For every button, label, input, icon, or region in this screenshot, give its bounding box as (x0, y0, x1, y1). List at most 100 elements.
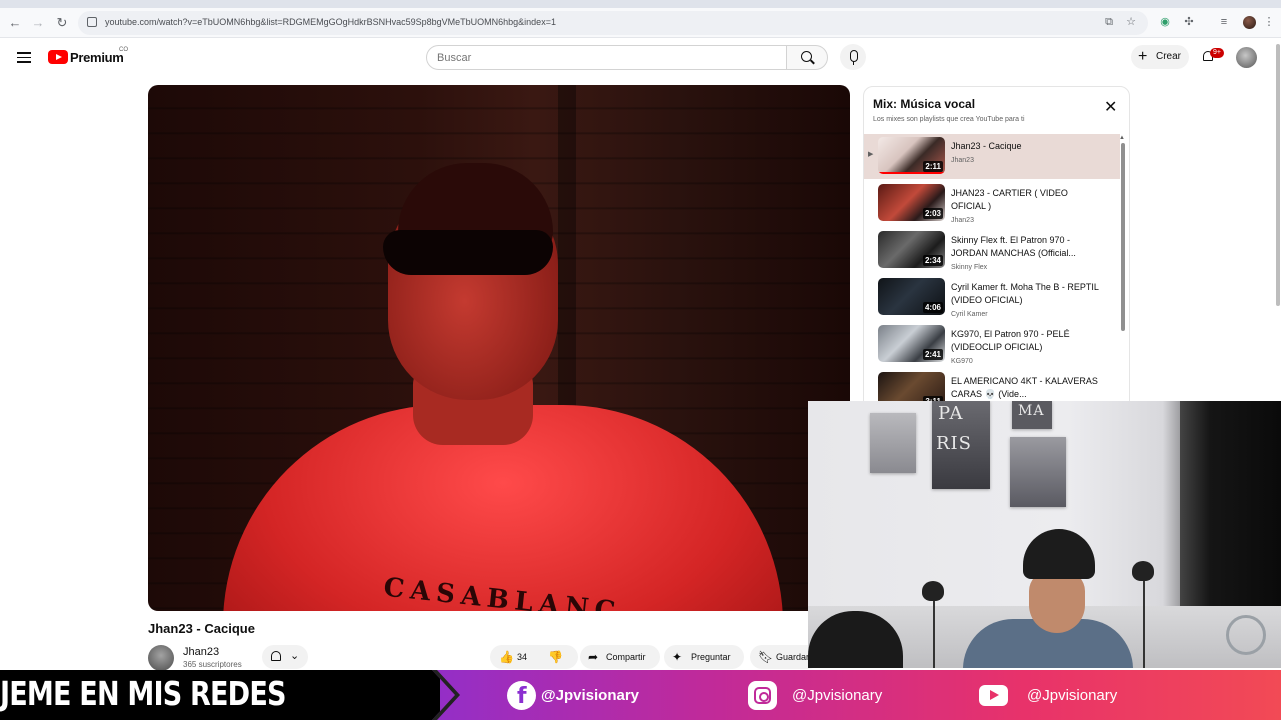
create-button[interactable]: + Crear (1131, 45, 1189, 69)
extensions-puzzle-icon[interactable]: ✣ (1182, 15, 1196, 29)
video-thumbnail[interactable]: 2:11 (878, 137, 945, 174)
like-icon[interactable]: 👍 (499, 649, 514, 665)
playlist-item-channel: Jhan23 (951, 217, 974, 224)
subscriber-count: 365 suscriptores (183, 660, 242, 669)
streamer-person (953, 511, 1133, 668)
url-text: youtube.com/watch?v=eTbUOMN6hbg&list=RDG… (105, 17, 556, 27)
duration-badge: 2:11 (923, 161, 943, 172)
playlist-title: Mix: Música vocal (873, 97, 976, 111)
browser-profile-avatar[interactable] (1243, 16, 1256, 29)
like-dislike-group: 👍 34 👎 (490, 645, 578, 669)
duration-badge: 2:34 (922, 255, 943, 266)
video-thumbnail[interactable]: 2:03 (878, 184, 945, 221)
browser-tab-strip (0, 0, 1281, 8)
bookmark-star-icon[interactable]: ☆ (1124, 15, 1138, 29)
browser-menu-icon[interactable]: ⋮ (1262, 15, 1276, 29)
poster-text: MA (1018, 403, 1045, 419)
youtube-brand[interactable]: Premium (70, 50, 124, 65)
search-button[interactable] (786, 45, 828, 70)
video-player[interactable]: CASABLANC (148, 85, 850, 611)
poster-text: PA (938, 403, 964, 424)
mix-playlist-panel: Mix: Música vocal Los mixes son playlist… (863, 86, 1130, 416)
search-icon (801, 51, 812, 62)
save-label: Guardar (776, 652, 810, 662)
dislike-icon[interactable]: 👎 (548, 649, 563, 665)
share-icon: ➦ (588, 650, 599, 664)
wall-poster: PA RIS (932, 401, 990, 489)
playlist-item[interactable]: ▶ 2:11 Jhan23 - Cacique Jhan23 (864, 134, 1120, 179)
streamer-cap (1023, 529, 1095, 579)
channel-name[interactable]: Jhan23 (183, 646, 219, 658)
playlist-subtitle: Los mixes son playlists que crea YouTube… (873, 116, 1025, 123)
site-info-icon[interactable] (87, 17, 97, 27)
watch-progress-bar (878, 172, 945, 174)
notifications-badge: 9+ (1210, 48, 1224, 58)
playlist-scrollbar[interactable] (1121, 143, 1125, 331)
instagram-icon (748, 681, 777, 710)
share-label: Compartir (606, 652, 646, 662)
duration-badge: 2:03 (922, 208, 943, 219)
playlist-item-title: JHAN23 - CARTIER ( VIDEO OFICIAL ) (951, 188, 1068, 211)
duration-badge: 2:41 (922, 349, 943, 360)
voice-search-button[interactable] (840, 44, 866, 70)
menu-icon[interactable] (17, 52, 31, 63)
back-icon[interactable]: ← (6, 14, 24, 32)
share-button[interactable]: ➦ Compartir (580, 645, 660, 669)
video-frame-sunglasses (383, 230, 553, 275)
duration-badge: 4:06 (922, 302, 943, 313)
extension-icon[interactable]: ◉ (1158, 15, 1172, 29)
studio-light (1132, 561, 1154, 581)
playlist-item-title: Cyril Kamer ft. Moha The B - REPTIL (VID… (951, 282, 1099, 305)
playlist-item[interactable]: 2:41 KG970, El Patron 970 - PELÉ (VIDEOC… (864, 322, 1120, 367)
ask-label: Preguntar (691, 652, 731, 662)
facebook-icon: f (507, 681, 536, 710)
youtube-handle: @Jpvisionary (1027, 687, 1118, 704)
chevron-down-icon: ⌄ (290, 650, 300, 662)
streamer-webcam-overlay: PA RIS MA (808, 401, 1281, 668)
sparkle-icon: ✦ (672, 650, 683, 664)
channel-avatar[interactable] (148, 645, 174, 671)
playlist-item-channel: Cyril Kamer (951, 311, 988, 318)
playlist-item[interactable]: 2:34 Skinny Flex ft. El Patron 970 - JOR… (864, 228, 1120, 273)
search-input[interactable] (437, 52, 767, 64)
page-scrollbar[interactable] (1276, 44, 1280, 306)
wall-poster (870, 413, 916, 473)
ask-button[interactable]: ✦ Preguntar (664, 645, 744, 669)
channel-watermark-icon (1226, 615, 1266, 655)
poster-text: RIS (936, 433, 972, 454)
video-thumbnail[interactable]: 2:41 (878, 325, 945, 362)
like-count[interactable]: 34 (517, 652, 527, 662)
facebook-handle: @Jpvisionary (541, 687, 639, 704)
playlist-item-title: EL AMERICANO 4KT - KALAVERAS CARAS 💀 (Vi… (951, 376, 1098, 399)
install-app-icon[interactable]: ⧉ (1102, 15, 1116, 29)
playlist-item-channel: Skinny Flex (951, 264, 988, 271)
video-thumbnail[interactable]: 4:06 (878, 278, 945, 315)
studio-light (922, 581, 944, 601)
scroll-up-icon[interactable]: ▲ (1119, 135, 1125, 141)
region-code: CO (119, 47, 128, 53)
close-icon[interactable]: ✕ (1104, 100, 1117, 116)
playlist-item[interactable]: 4:06 Cyril Kamer ft. Moha The B - REPTIL… (864, 275, 1120, 320)
video-title: Jhan23 - Cacique (148, 621, 255, 636)
playlist-item-channel: Jhan23 (951, 157, 974, 164)
plus-icon: + (1138, 48, 1148, 65)
account-avatar[interactable] (1236, 47, 1257, 68)
banner-message: JEME EN MIS REDES (0, 674, 286, 713)
video-thumbnail[interactable]: 2:34 (878, 231, 945, 268)
instagram-handle: @Jpvisionary (792, 687, 883, 704)
screen: ← → ↻ youtube.com/watch?v=eTbUOMN6hbg&li… (0, 0, 1281, 720)
address-bar[interactable]: youtube.com/watch?v=eTbUOMN6hbg&list=RDG… (78, 11, 1148, 35)
subscription-bell-button[interactable]: ⌄ (262, 645, 308, 669)
social-banner: JEME EN MIS REDES f @Jpvisionary @Jpvisi… (0, 670, 1281, 720)
browser-toolbar: ← → ↻ youtube.com/watch?v=eTbUOMN6hbg&li… (0, 8, 1281, 38)
youtube-header: Premium CO + Crear 9+ (0, 38, 1281, 78)
playlist-item-channel: KG970 (951, 358, 973, 365)
reload-icon[interactable]: ↻ (53, 14, 71, 32)
playlist-item-title: Skinny Flex ft. El Patron 970 - JORDAN M… (951, 235, 1076, 258)
playlist-item[interactable]: 2:03 JHAN23 - CARTIER ( VIDEO OFICIAL ) … (864, 181, 1120, 226)
media-controls-icon[interactable]: ≡ (1217, 15, 1231, 29)
bell-icon (271, 651, 281, 661)
youtube-logo-icon[interactable] (48, 50, 68, 64)
bookmark-icon: 🔖︎ (758, 650, 774, 664)
forward-icon[interactable]: → (29, 14, 47, 32)
